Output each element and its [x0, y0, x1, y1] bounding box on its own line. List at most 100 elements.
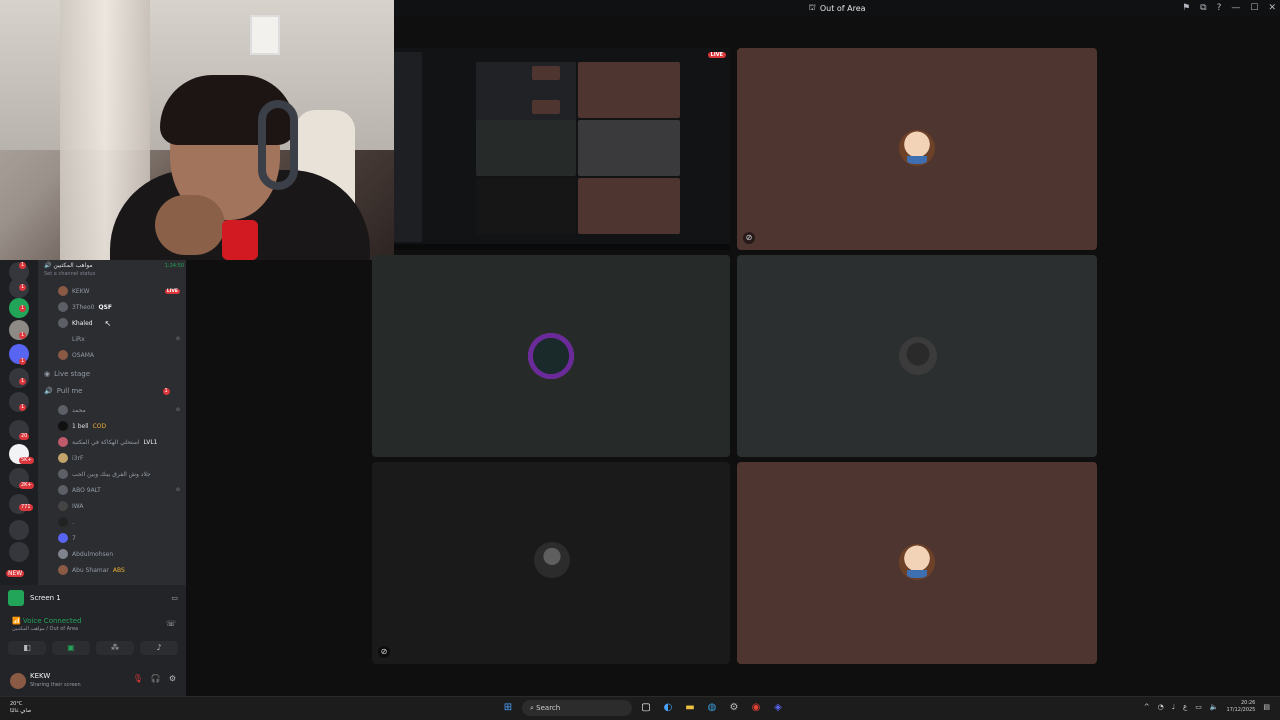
server-badge: 1 [19, 358, 27, 365]
file-explorer-icon[interactable]: ▬ [682, 700, 698, 716]
voice-member[interactable]: 1 bell COD [58, 419, 182, 433]
voice-member[interactable]: Khaled ↖ [58, 316, 182, 330]
store-icon[interactable]: ◍ [704, 700, 720, 716]
speaker-icon: 🔊 [44, 387, 53, 395]
participant-tile[interactable]: ⊘ [372, 462, 730, 664]
user-status: Sharing their screen [30, 682, 81, 688]
deafen-icon[interactable]: 🎧 [151, 674, 161, 683]
server-icon[interactable] [9, 520, 29, 540]
windows-taskbar: 20°C صافٍ غالبًا ⊞ ⌕ Search ▢ ◐ ▬ ◍ ⚙ ◉ … [0, 696, 1280, 720]
server-icon[interactable] [9, 542, 29, 562]
avatar [58, 302, 68, 312]
mini-sidebar [394, 52, 422, 242]
language-indicator[interactable]: ع [1183, 703, 1187, 711]
tray-app-icon[interactable]: ◔ [1158, 703, 1164, 711]
voice-connected-status[interactable]: 📶 Voice Connected مواهب المكتبين / Out o… [12, 617, 82, 632]
window-titlebar: ⛫ Out of Area ⚑ ⧉ ? — ☐ ✕ [394, 0, 1280, 16]
participant-tile[interactable]: ⊘ [737, 48, 1097, 250]
mic-icon[interactable]: ♩ [1172, 703, 1175, 711]
avatar [58, 517, 68, 527]
muted-icon: ⊘ [378, 646, 390, 658]
headset [258, 100, 298, 190]
voice-member[interactable]: Abdulmohsen [58, 547, 182, 561]
participant-tile[interactable] [372, 255, 730, 457]
activities-button[interactable]: ⁂ [96, 641, 134, 655]
soundboard-button[interactable]: ♪ [140, 641, 178, 655]
avatar [58, 549, 68, 559]
voice-member[interactable]: KEKW LIVE [58, 284, 182, 298]
windows-start-icon[interactable]: ⊞ [500, 700, 516, 716]
server-icon[interactable] [9, 368, 29, 388]
voice-member[interactable]: . [58, 515, 182, 529]
stage-channel[interactable]: ◉ Live stage [44, 370, 90, 378]
participant-avatar [899, 130, 935, 166]
new-badge: NEW [6, 570, 25, 577]
server-badge: 20 [19, 433, 30, 440]
user-avatar[interactable] [10, 673, 26, 689]
mini-tile [476, 120, 576, 176]
muted-icon: ⊘ [175, 336, 180, 342]
channel-status-hint[interactable]: Set a channel status [44, 271, 184, 277]
avatar [58, 469, 68, 479]
mini-tile [578, 62, 680, 118]
voice-member[interactable]: جلاد وش الفرق بينك وبين الحب [58, 467, 182, 481]
mini-tile [578, 178, 680, 234]
mute-mic-icon[interactable]: 🎙 [133, 674, 143, 683]
member-tag: COD [92, 422, 107, 430]
participant-avatar [534, 542, 570, 578]
flag-icon[interactable]: ⚑ [1182, 3, 1190, 13]
edge-icon[interactable]: ◐ [660, 700, 676, 716]
voice-member[interactable]: استحلي الهكاكة في المكتبة LVL1 [58, 435, 182, 449]
task-view-icon[interactable]: ▢ [638, 700, 654, 716]
discord-sidebar: 1 1 1 1 1 1 1 20 5K+ 2K+ 771 NEW 🔊 مواهب… [0, 260, 186, 696]
network-icon[interactable]: ▭ [1195, 703, 1202, 711]
screen-share-status[interactable]: Screen 1 ▭ [8, 590, 178, 606]
server-badge: 1 [19, 404, 27, 411]
clock[interactable]: 20:26 17/12/2025 [1227, 700, 1256, 714]
maximize-button[interactable]: ☐ [1250, 3, 1258, 13]
avatar [58, 286, 68, 296]
wall-frame [250, 15, 280, 55]
volume-icon[interactable]: 🔈 [1210, 703, 1219, 711]
participant-tile[interactable] [737, 255, 1097, 457]
minimize-button[interactable]: — [1231, 3, 1240, 13]
avatar [58, 405, 68, 415]
screen-share-tile[interactable]: LIVE [394, 48, 730, 250]
voice-member[interactable]: IWA [58, 499, 182, 513]
server-badge: 2K+ [19, 482, 34, 489]
settings-icon[interactable]: ⚙ [726, 700, 742, 716]
notification-icon[interactable]: ▤ [1263, 703, 1270, 711]
voice-member[interactable]: 7 [58, 531, 182, 545]
camera-button[interactable]: ◧ [8, 641, 46, 655]
participant-avatar [899, 337, 937, 375]
settings-gear-icon[interactable]: ⚙ [169, 674, 176, 683]
weather-widget[interactable]: 20°C صافٍ غالبًا [10, 701, 31, 715]
participant-tile[interactable] [737, 462, 1097, 664]
server-badge: 1 [19, 332, 27, 339]
user-name: KEKW [30, 672, 51, 680]
channel-badge: 1 [162, 387, 170, 395]
chrome-icon[interactable]: ◉ [748, 700, 764, 716]
voice-member[interactable]: i3rF [58, 451, 182, 465]
popout-icon[interactable]: ⧉ [1200, 3, 1206, 13]
muted-icon: ⊘ [175, 487, 180, 493]
voice-member[interactable]: 3Theo0 QSF [58, 300, 182, 314]
share-screen-button[interactable]: ▣ [52, 641, 90, 655]
discord-icon[interactable]: ◈ [770, 700, 786, 716]
avatar [58, 334, 68, 344]
close-button[interactable]: ✕ [1268, 3, 1276, 13]
taskbar-search[interactable]: ⌕ Search [522, 700, 632, 716]
monitor-icon[interactable]: ▭ [171, 594, 178, 602]
voice-member[interactable]: LiRx ⊘ [58, 332, 182, 346]
tray-chevron-icon[interactable]: ^ [1144, 703, 1150, 711]
voice-channel-pull-me[interactable]: 🔊 Pull me 1 [44, 387, 170, 395]
voice-channel-header[interactable]: 🔊 مواهب المكتبين 1:24:50 Set a channel s… [44, 262, 184, 277]
voice-member[interactable]: محمد ⊘ [58, 403, 182, 417]
disconnect-icon[interactable]: ☏ [166, 619, 176, 628]
help-icon[interactable]: ? [1217, 3, 1222, 13]
voice-member[interactable]: Abu Shamar ABS [58, 563, 182, 577]
voice-member[interactable]: ABO 9ALT ⊘ [58, 483, 182, 497]
participant-avatar [528, 333, 574, 379]
voice-member[interactable]: OSAMA [58, 348, 182, 362]
muted-icon: ⊘ [743, 232, 755, 244]
